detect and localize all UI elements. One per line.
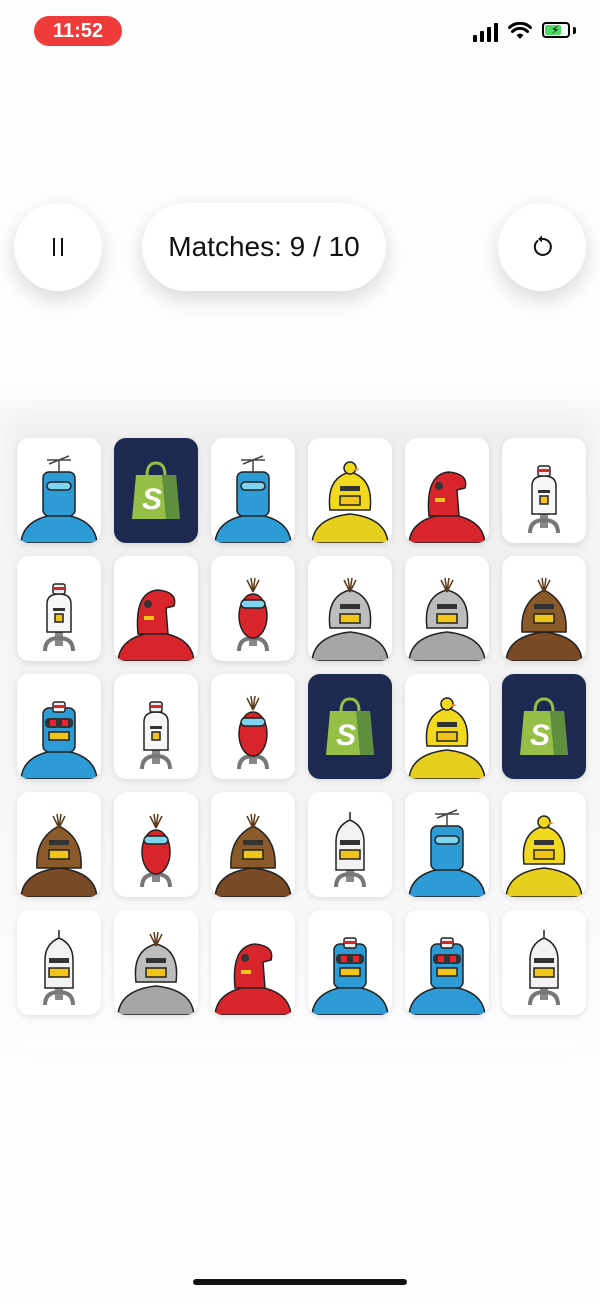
card-blue-antenna[interactable] bbox=[17, 438, 101, 543]
svg-text:S: S bbox=[530, 719, 550, 752]
card-white-spike[interactable] bbox=[502, 910, 586, 1015]
card-white-spike[interactable] bbox=[308, 792, 392, 897]
card-face-down[interactable]: S bbox=[114, 438, 198, 543]
card-yellow-duck[interactable] bbox=[405, 674, 489, 779]
card-blue-antenna[interactable] bbox=[405, 792, 489, 897]
status-icons: ⚡ bbox=[473, 20, 576, 42]
shopping-bag-icon: S bbox=[322, 696, 378, 757]
card-grey-round[interactable] bbox=[114, 910, 198, 1015]
card-face-down[interactable]: S bbox=[502, 674, 586, 779]
card-yellow-duck[interactable] bbox=[308, 438, 392, 543]
card-brown-onion[interactable] bbox=[502, 556, 586, 661]
card-red-hood[interactable] bbox=[114, 556, 198, 661]
card-red-sprout[interactable] bbox=[114, 792, 198, 897]
svg-text:S: S bbox=[336, 719, 356, 752]
card-blue-antenna[interactable] bbox=[211, 438, 295, 543]
card-red-hood[interactable] bbox=[405, 438, 489, 543]
battery-charging-icon: ⚡ bbox=[542, 22, 576, 40]
card-white-cap[interactable] bbox=[502, 438, 586, 543]
pause-icon bbox=[53, 238, 63, 256]
restart-icon bbox=[533, 235, 552, 256]
card-blue-visor[interactable] bbox=[17, 674, 101, 779]
card-white-cap[interactable] bbox=[17, 556, 101, 661]
card-blue-visor[interactable] bbox=[308, 910, 392, 1015]
card-yellow-duck[interactable] bbox=[502, 792, 586, 897]
card-red-sprout[interactable] bbox=[211, 556, 295, 661]
card-grey-round[interactable] bbox=[405, 556, 489, 661]
restart-button[interactable] bbox=[498, 203, 586, 291]
card-grid: S S S bbox=[17, 438, 586, 1015]
svg-text:S: S bbox=[142, 483, 162, 516]
card-grey-round[interactable] bbox=[308, 556, 392, 661]
cellular-signal-icon bbox=[473, 20, 498, 42]
card-face-down[interactable]: S bbox=[308, 674, 392, 779]
match-counter: Matches: 9 / 10 bbox=[142, 203, 386, 291]
card-red-sprout[interactable] bbox=[211, 674, 295, 779]
shopping-bag-icon: S bbox=[128, 460, 184, 521]
status-time: 11:52 bbox=[34, 16, 122, 46]
card-red-hood[interactable] bbox=[211, 910, 295, 1015]
shopping-bag-icon: S bbox=[516, 696, 572, 757]
card-white-spike[interactable] bbox=[17, 910, 101, 1015]
card-blue-visor[interactable] bbox=[405, 910, 489, 1015]
card-white-cap[interactable] bbox=[114, 674, 198, 779]
home-indicator bbox=[193, 1279, 407, 1285]
wifi-icon bbox=[508, 22, 532, 39]
card-brown-onion[interactable] bbox=[211, 792, 295, 897]
pause-button[interactable] bbox=[14, 203, 102, 291]
card-brown-onion[interactable] bbox=[17, 792, 101, 897]
